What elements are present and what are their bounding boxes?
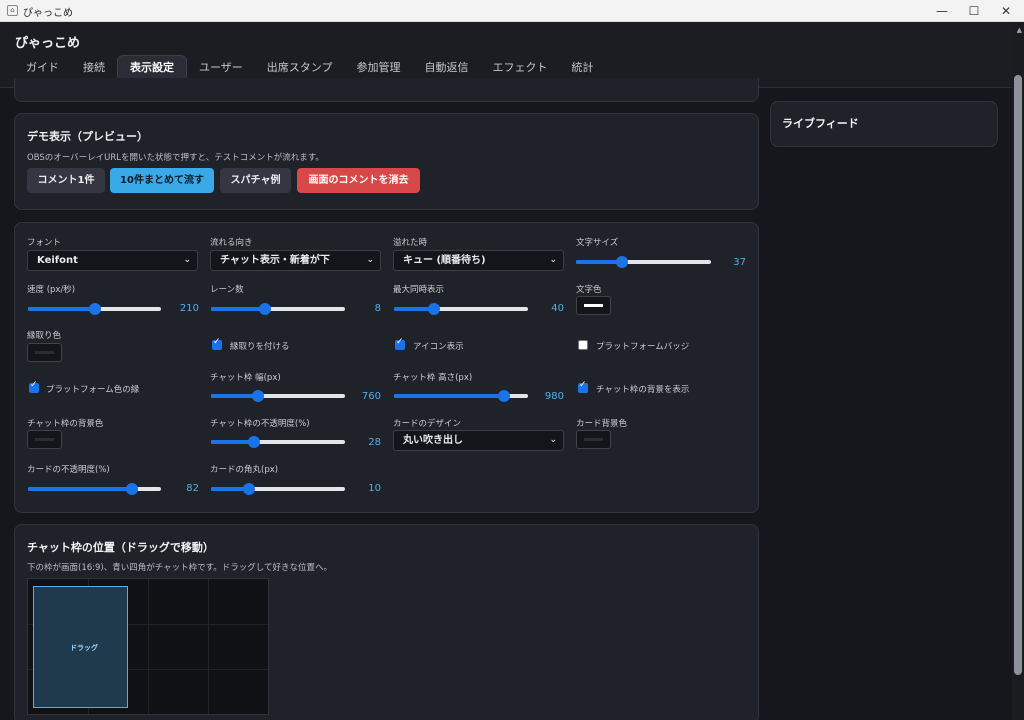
speed-label: 速度 (px/秒) [27, 285, 76, 295]
card-opacity-value: 82 [186, 483, 199, 494]
window-titlebar: ⌂ ぴゃっこめ — ☐ ✕ [0, 0, 1024, 22]
drag-label: ドラッグ [70, 644, 98, 652]
direction-select-value: チャット表示・新着が下 [220, 255, 330, 266]
frame-bg-show-label: チャット枠の背景を表示 [596, 385, 690, 395]
card-opacity-label: カードの不透明度(%) [27, 465, 110, 475]
text-size-value: 37 [733, 257, 746, 268]
frame-width-value: 760 [361, 391, 381, 402]
font-select[interactable]: Keifont ⌄ [27, 250, 198, 271]
frame-width-slider[interactable] [211, 390, 345, 402]
chevron-down-icon: ⌄ [549, 255, 557, 265]
overflow-select-value: キュー (順番待ち) [403, 255, 486, 266]
app-title: ぴゃっこめ [15, 36, 81, 51]
frame-height-slider[interactable] [394, 390, 528, 402]
frame-opacity-slider[interactable] [211, 436, 345, 448]
text-size-label: 文字サイズ [576, 238, 619, 248]
livefeed-title: ライブフィード [782, 117, 859, 130]
direction-label: 流れる向き [210, 238, 253, 248]
lanes-slider[interactable] [211, 303, 345, 315]
demo-one-comment-button[interactable]: コメント1件 [27, 168, 105, 193]
speed-value: 210 [179, 303, 199, 314]
speed-slider[interactable] [28, 303, 161, 315]
demo-card: デモ表示（プレビュー） OBSのオーバーレイURLを開いた状態で押すと、テストコ… [14, 113, 759, 210]
frame-height-value: 980 [544, 391, 564, 402]
max-display-label: 最大同時表示 [393, 285, 445, 295]
frame-opacity-label: チャット枠の不透明度(%) [210, 419, 310, 429]
livefeed-panel: ライブフィード [770, 101, 998, 147]
card-bg-color-picker[interactable] [576, 430, 611, 449]
frame-opacity-value: 28 [368, 437, 381, 448]
text-color-picker[interactable] [576, 296, 611, 315]
lanes-label: レーン数 [210, 285, 244, 295]
card-design-select-value: 丸い吹き出し [403, 435, 463, 446]
demo-ten-comments-button[interactable]: 10件まとめて流す [110, 168, 214, 193]
platform-badge-checkbox[interactable] [578, 340, 588, 350]
max-display-value: 40 [551, 303, 564, 314]
overflow-select[interactable]: キュー (順番待ち) ⌄ [393, 250, 564, 271]
previous-card [14, 78, 759, 102]
text-color-bar [584, 304, 603, 307]
demo-title: デモ表示（プレビュー） [27, 130, 148, 143]
chevron-down-icon: ⌄ [183, 255, 191, 265]
settings-card: フォント Keifont ⌄ 流れる向き チャット表示・新着が下 ⌄ 溢れた時 キュ… [14, 222, 759, 513]
font-select-value: Keifont [37, 255, 78, 266]
platform-color-outline-label: プラットフォーム色の縁 [46, 385, 140, 395]
max-display-slider[interactable] [394, 303, 528, 315]
scroll-thumb[interactable] [1014, 75, 1022, 675]
position-title: チャット枠の位置（ドラッグで移動） [27, 541, 214, 554]
demo-superchat-button[interactable]: スパチャ例 [220, 168, 291, 193]
frame-bg-color-picker[interactable] [27, 430, 62, 449]
card-radius-slider[interactable] [211, 483, 345, 495]
icon-display-checkbox[interactable] [395, 337, 405, 350]
card-bg-color-label: カード背景色 [576, 419, 628, 429]
close-button[interactable]: ✕ [989, 0, 1023, 22]
card-opacity-slider[interactable] [28, 483, 161, 495]
card-bg-color-bar [584, 438, 603, 441]
frame-bg-color-label: チャット枠の背景色 [27, 419, 104, 429]
scroll-up-icon[interactable]: ▲ [1017, 26, 1022, 34]
chevron-down-icon: ⌄ [366, 255, 374, 265]
card-design-label: カードのデザイン [393, 419, 462, 429]
frame-bg-color-bar [35, 438, 54, 441]
chat-frame-drag-box[interactable]: ドラッグ [33, 586, 128, 708]
card-design-select[interactable]: 丸い吹き出し ⌄ [393, 430, 564, 451]
minimize-button[interactable]: — [925, 0, 959, 22]
frame-bg-show-checkbox[interactable] [578, 380, 588, 393]
clear-comments-button[interactable]: 画面のコメントを消去 [297, 168, 420, 193]
font-label: フォント [27, 238, 62, 248]
icon-display-label: アイコン表示 [413, 342, 464, 352]
position-description: 下の枠が画面(16:9)、青い四角がチャット枠です。ドラッグして好きな位置へ。 [27, 563, 333, 573]
outline-color-bar [35, 351, 54, 354]
text-size-slider[interactable] [576, 256, 711, 268]
position-card: チャット枠の位置（ドラッグで移動） 下の枠が画面(16:9)、青い四角がチャット… [14, 524, 759, 720]
frame-height-label: チャット枠 高さ(px) [393, 373, 473, 383]
app-icon: ⌂ [7, 5, 18, 16]
lanes-value: 8 [374, 303, 381, 314]
window-title: ぴゃっこめ [23, 8, 73, 19]
platform-color-outline-checkbox[interactable] [29, 380, 39, 393]
outline-color-picker[interactable] [27, 343, 62, 362]
text-color-label: 文字色 [576, 285, 602, 295]
outline-enable-label: 縁取りを付ける [230, 342, 290, 352]
direction-select[interactable]: チャット表示・新着が下 ⌄ [210, 250, 381, 271]
card-radius-value: 10 [368, 483, 381, 494]
position-canvas[interactable]: ドラッグ [27, 578, 269, 715]
outline-enable-checkbox[interactable] [212, 337, 222, 350]
outline-color-label: 縁取り色 [27, 331, 62, 341]
card-radius-label: カードの角丸(px) [210, 465, 279, 475]
demo-description: OBSのオーバーレイURLを開いた状態で押すと、テストコメントが流れます。 [27, 153, 324, 163]
chevron-down-icon: ⌄ [549, 435, 557, 445]
frame-width-label: チャット枠 幅(px) [210, 373, 281, 383]
maximize-button[interactable]: ☐ [957, 0, 991, 22]
platform-badge-label: プラットフォームバッジ [596, 342, 690, 352]
overflow-label: 溢れた時 [393, 238, 428, 248]
